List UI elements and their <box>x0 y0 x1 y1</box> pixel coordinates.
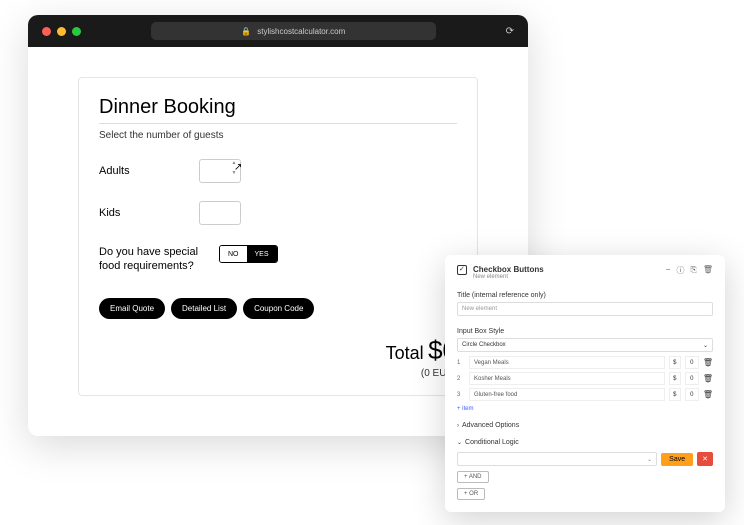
panel-title: Checkbox Buttons <box>473 265 544 274</box>
form-subtitle: Select the number of guests <box>99 123 457 141</box>
adults-label: Adults <box>99 165 199 177</box>
refresh-icon[interactable]: ⟳ <box>506 26 514 37</box>
form-title: Dinner Booking <box>99 96 457 119</box>
browser-bar: 🔒 stylishcostcalculator.com ⟳ <box>28 15 528 47</box>
chevron-right-icon: › <box>457 423 459 429</box>
toggle-yes[interactable]: YES <box>247 246 277 262</box>
panel-header: Checkbox Buttons New element − ⓘ ⎘ 🗑 <box>457 265 713 280</box>
special-row: Do you have special food requirements? N… <box>99 245 457 274</box>
kids-label: Kids <box>99 207 199 219</box>
adults-input[interactable]: ▲▼ <box>199 159 241 183</box>
option-value-input[interactable]: 0 <box>685 388 699 401</box>
advanced-options-toggle[interactable]: › Advanced Options <box>457 422 713 429</box>
close-icon[interactable] <box>42 27 51 36</box>
logic-row: ⌄ Save ✕ <box>457 452 713 466</box>
style-label: Input Box Style <box>457 328 713 335</box>
title-field-label: Title (internal reference only) <box>457 292 713 299</box>
option-name-input[interactable]: Vegan Meals <box>469 356 665 369</box>
spinner-icon[interactable]: ▲▼ <box>229 161 239 181</box>
panel-subtitle: New element <box>473 274 544 280</box>
conditional-logic-toggle[interactable]: ⌄ Conditional Logic <box>457 439 713 446</box>
trash-icon[interactable]: 🗑 <box>703 374 713 383</box>
option-currency[interactable]: $ <box>669 356 681 369</box>
lock-icon: 🔒 <box>241 27 251 36</box>
advanced-label: Advanced Options <box>462 422 519 429</box>
delete-icon[interactable]: 🗑 <box>703 265 713 276</box>
collapse-icon[interactable]: − <box>666 265 671 276</box>
trash-icon[interactable]: 🗑 <box>703 390 713 399</box>
options-table: 1 Vegan Meals $ 0 🗑 2 Kosher Meals $ 0 🗑… <box>457 356 713 401</box>
form-card: Dinner Booking Select the number of gues… <box>78 77 478 396</box>
save-button[interactable]: Save <box>661 453 693 466</box>
option-index: 2 <box>457 376 465 382</box>
option-index: 3 <box>457 392 465 398</box>
total-row: Total $0 (0 EUR) <box>99 335 457 379</box>
remove-button[interactable]: ✕ <box>697 452 713 466</box>
traffic-lights <box>42 27 81 36</box>
kids-row: Kids <box>99 201 457 225</box>
option-currency[interactable]: $ <box>669 388 681 401</box>
add-item-button[interactable]: + item <box>457 406 713 412</box>
kids-input[interactable] <box>199 201 241 225</box>
style-value: Circle Checkbox <box>462 342 506 348</box>
coupon-code-button[interactable]: Coupon Code <box>243 298 314 319</box>
chevron-down-icon: ⌄ <box>703 342 708 349</box>
total-sub: (0 EUR) <box>99 368 457 379</box>
add-or-button[interactable]: + OR <box>457 488 485 500</box>
logic-select[interactable]: ⌄ <box>457 452 657 466</box>
detailed-list-button[interactable]: Detailed List <box>171 298 237 319</box>
option-value-input[interactable]: 0 <box>685 356 699 369</box>
minimize-icon[interactable] <box>57 27 66 36</box>
checkbox-icon <box>457 265 467 275</box>
option-value-input[interactable]: 0 <box>685 372 699 385</box>
action-row: Email Quote Detailed List Coupon Code <box>99 298 457 319</box>
email-quote-button[interactable]: Email Quote <box>99 298 165 319</box>
option-name-input[interactable]: Kosher Meals <box>469 372 665 385</box>
url-text: stylishcostcalculator.com <box>257 27 345 36</box>
conditional-label: Conditional Logic <box>465 439 519 446</box>
chevron-down-icon: ⌄ <box>457 439 462 446</box>
toggle-no[interactable]: NO <box>220 246 247 262</box>
option-row: 2 Kosher Meals $ 0 🗑 <box>457 372 713 385</box>
copy-icon[interactable]: ⎘ <box>690 265 696 276</box>
total-label: Total <box>386 343 424 363</box>
option-currency[interactable]: $ <box>669 372 681 385</box>
info-icon[interactable]: ⓘ <box>676 265 684 276</box>
editor-panel: Checkbox Buttons New element − ⓘ ⎘ 🗑 Tit… <box>445 255 725 512</box>
url-bar[interactable]: 🔒 stylishcostcalculator.com <box>151 22 436 40</box>
maximize-icon[interactable] <box>72 27 81 36</box>
option-index: 1 <box>457 360 465 366</box>
option-row: 3 Gluten-free food $ 0 🗑 <box>457 388 713 401</box>
yes-no-toggle[interactable]: NO YES <box>219 245 278 263</box>
option-name-input[interactable]: Gluten-free food <box>469 388 665 401</box>
title-input[interactable]: New element <box>457 302 713 316</box>
style-select[interactable]: Circle Checkbox ⌄ <box>457 338 713 352</box>
special-label: Do you have special food requirements? <box>99 245 219 274</box>
trash-icon[interactable]: 🗑 <box>703 358 713 367</box>
option-row: 1 Vegan Meals $ 0 🗑 <box>457 356 713 369</box>
add-and-button[interactable]: + AND <box>457 471 489 483</box>
panel-tools: − ⓘ ⎘ 🗑 <box>666 265 713 276</box>
adults-row: Adults ▲▼ <box>99 159 457 183</box>
